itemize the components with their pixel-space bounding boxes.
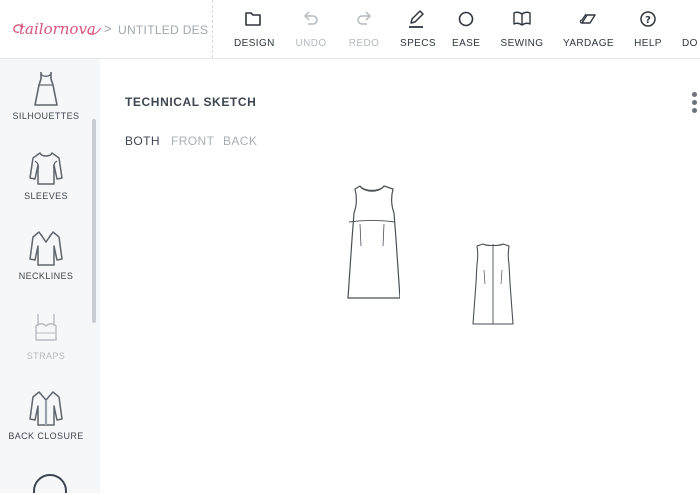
specs-button[interactable]: SPECS [400,8,436,54]
tailornova-logo[interactable]: tailornova [10,14,102,44]
sidebar-label-sleeves: SLEEVES [24,191,68,201]
undo-label: UNDO [295,38,327,49]
tab-back[interactable]: BACK [223,134,257,148]
redo-icon [357,11,372,25]
tab-front[interactable]: FRONT [171,134,214,148]
document-title[interactable]: UNTITLED DES [118,23,208,37]
help-button[interactable]: ? HELP [634,8,662,54]
download-button[interactable]: DO [682,8,700,54]
pencil-icon [409,10,424,28]
redo-button[interactable]: REDO [348,8,380,54]
more-options-icon[interactable] [692,92,698,118]
design-label: DESIGN [234,38,275,49]
toolbar-divider [212,0,213,58]
svg-text:?: ? [645,15,651,26]
circle-icon [458,11,474,27]
dress-back-sketch [472,243,514,325]
design-button[interactable]: DESIGN [234,8,275,54]
fabric-icon [579,13,596,24]
ease-label: EASE [452,38,481,49]
sidebar-item-silhouettes[interactable]: SILHOUETTES [0,69,92,145]
partial-next-item-icon [33,474,67,493]
sidebar-item-back-closure[interactable]: BACK CLOSURE [0,389,92,465]
sleeves-icon [29,152,63,185]
sidebar-label-silhouettes: SILHOUETTES [12,111,80,121]
page-title: TECHNICAL SKETCH [125,95,257,109]
sidebar-label-necklines: NECKLINES [18,271,74,281]
neckline-icon [29,231,63,266]
design-sidebar[interactable]: SILHOUETTES SLEEVES NECKLINES STRAPS BAC… [0,59,100,493]
redo-label: REDO [348,38,380,49]
download-label: DO [682,38,698,49]
sidebar-scrollbar[interactable] [92,119,96,323]
sidebar-item-straps[interactable]: STRAPS [0,309,92,385]
logo-text: tailornova [19,20,96,38]
breadcrumb-separator: > [104,21,112,36]
help-label: HELP [634,38,662,49]
sidebar-item-sleeves[interactable]: SLEEVES [0,149,92,225]
book-icon [513,11,531,26]
sidebar-label-back-closure: BACK CLOSURE [8,431,84,441]
yardage-label: YARDAGE [563,38,614,49]
dress-front-sketch [347,185,400,299]
sidebar-label-straps: STRAPS [26,351,66,361]
back-closure-icon [29,391,63,426]
yardage-button[interactable]: YARDAGE [563,8,614,54]
undo-icon [303,11,318,25]
top-toolbar: tailornova > UNTITLED DES DESIGN UNDO RE… [0,0,700,59]
sewing-label: SEWING [500,38,544,49]
sewing-button[interactable]: SEWING [500,8,544,54]
tab-both[interactable]: BOTH [125,134,160,148]
folder-icon [245,12,261,26]
dress-silhouette-icon [34,72,58,106]
straps-icon [35,314,57,341]
sidebar-item-necklines[interactable]: NECKLINES [0,229,92,305]
undo-button[interactable]: UNDO [293,8,329,54]
specs-label: SPECS [400,38,436,49]
ease-button[interactable]: EASE [452,8,480,54]
help-icon: ? [640,11,656,27]
